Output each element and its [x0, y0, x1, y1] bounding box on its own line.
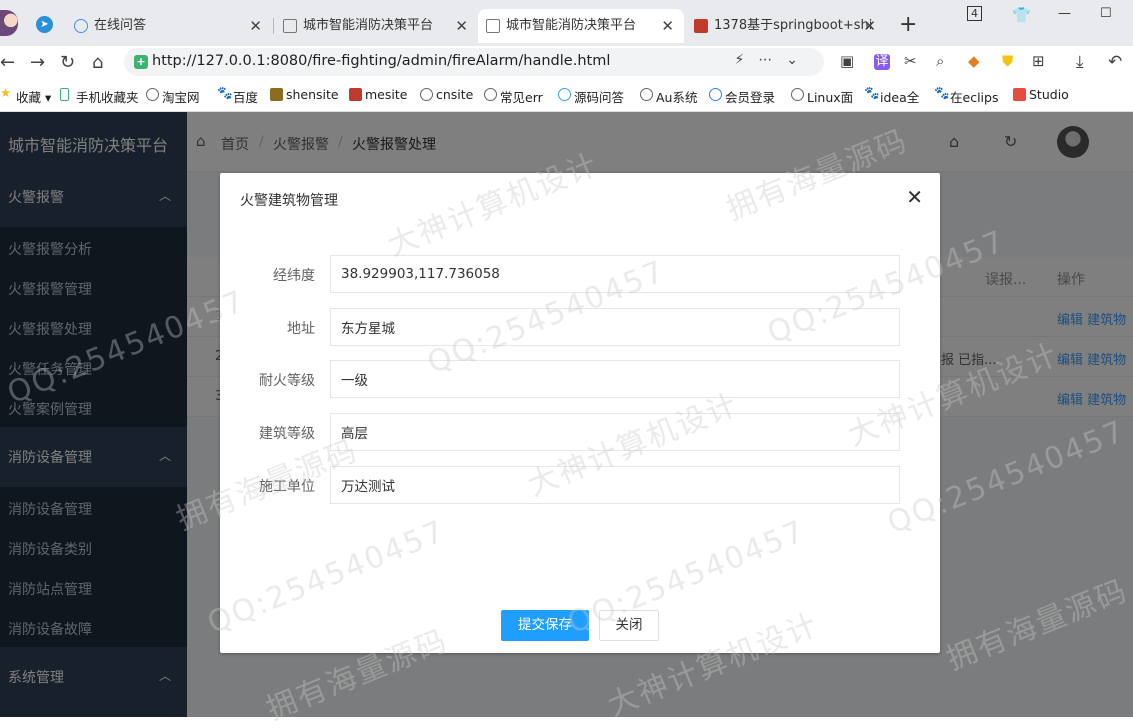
site-icon — [270, 88, 283, 101]
dialog-title: 火警建筑物管理 — [240, 193, 338, 209]
bookmark-item[interactable]: 🐾 idea全 — [864, 85, 919, 106]
globe-icon — [791, 88, 804, 101]
coordinates-label: 经纬度 — [273, 268, 315, 284]
coordinates-field[interactable] — [330, 255, 900, 293]
url-tools-icon[interactable]: ⚡⋯⌄ — [734, 52, 812, 68]
bookmark-item[interactable]: 手机收藏夹 — [60, 87, 139, 106]
bookmark-item[interactable]: Au系统 — [640, 87, 697, 106]
tab-label: 城市智能消防决策平台 — [506, 18, 637, 33]
tab-springboot[interactable]: 1378基于springboot+shi ✕ — [686, 9, 886, 43]
form-row-contractor: 施工单位 — [220, 466, 940, 504]
paw-icon: 🐾 — [864, 85, 880, 100]
form-row-fire-rating: 耐火等级 — [220, 360, 940, 398]
form-row-address: 地址 — [220, 308, 940, 346]
forward-icon[interactable]: → — [30, 52, 45, 73]
close-button[interactable]: 关闭 — [599, 610, 659, 641]
building-level-label: 建筑等级 — [259, 426, 315, 442]
paw-icon: 🐾 — [934, 85, 950, 100]
bookmark-item[interactable]: cnsite — [420, 87, 473, 102]
tab-close-icon[interactable]: ✕ — [863, 9, 876, 43]
home-icon[interactable]: ⌂ — [92, 52, 103, 73]
bookmark-item[interactable]: 常见err — [484, 87, 543, 106]
contractor-field[interactable] — [330, 466, 900, 504]
bookmark-item[interactable]: ★ 收藏 ▾ — [0, 85, 51, 106]
bookmark-item[interactable]: 🐾 在eclips — [934, 85, 998, 106]
profile-avatar[interactable] — [0, 10, 18, 36]
tab-label: 城市智能消防决策平台 — [303, 18, 434, 33]
translate-icon[interactable]: 译 — [874, 54, 890, 70]
shirt-icon[interactable]: 👕 — [1012, 6, 1031, 24]
tab-favicon-icon — [74, 19, 88, 33]
tab-favicon-icon — [694, 19, 708, 33]
bookmark-item[interactable]: 会员登录 — [709, 87, 775, 106]
back-icon[interactable]: ← — [0, 52, 15, 73]
tab-count-badge[interactable]: 4 — [967, 6, 982, 21]
tab-platform-1[interactable]: 城市智能消防决策平台 ✕ — [275, 9, 478, 43]
telegram-icon[interactable]: ➤ — [36, 16, 53, 33]
building-dialog: 火警建筑物管理 ✕ 经纬度 地址 耐火等级 建筑等级 施工单位 提交保存 关闭 — [220, 173, 940, 653]
browser-tab-bar: ➤ 在线问答 ✕ 城市智能消防决策平台 ✕ 城市智能消防决策平台 ✕ 1378基… — [0, 0, 1133, 46]
tab-close-icon[interactable]: ✕ — [455, 9, 468, 43]
contractor-label: 施工单位 — [259, 479, 315, 495]
tab-label: 1378基于springboot+shi — [714, 18, 873, 33]
bookmark-item[interactable]: mesite — [349, 87, 407, 102]
tab-platform-2-active[interactable]: 城市智能消防决策平台 ✕ — [478, 9, 684, 43]
form-row-coordinates: 经纬度 — [220, 255, 940, 293]
address-bar-row: ← → ↻ ⌂ + http://127.0.0.1:8080/fire-fig… — [0, 46, 1133, 78]
maximize-icon[interactable]: ☐ — [1100, 6, 1112, 21]
paw-icon: 🐾 — [217, 85, 233, 100]
building-level-field[interactable] — [330, 413, 900, 451]
tab-close-icon[interactable]: ✕ — [249, 9, 262, 43]
bookmark-item[interactable]: 🐾 百度 — [217, 85, 258, 106]
tab-separator — [273, 18, 274, 34]
close-icon[interactable]: ✕ — [906, 185, 923, 209]
globe-icon — [420, 88, 433, 101]
phone-icon — [60, 88, 69, 101]
address-field[interactable] — [330, 308, 900, 346]
reader-icon[interactable]: ▣ — [840, 52, 854, 70]
tab-label: 在线问答 — [94, 18, 147, 33]
globe-icon — [146, 88, 159, 101]
bookmark-item[interactable]: Studio — [1013, 87, 1069, 102]
reload-icon[interactable]: ↻ — [60, 52, 75, 73]
tab-close-icon[interactable]: ✕ — [661, 9, 674, 43]
bookmark-item[interactable]: Linux面 — [791, 87, 853, 106]
minimize-icon[interactable]: — — [1058, 6, 1071, 21]
scissors-icon[interactable]: ✂ — [904, 52, 917, 70]
download-icon[interactable]: ⤓ — [1076, 52, 1084, 72]
bookmark-item[interactable]: 源码问答 — [558, 87, 624, 106]
url-text: http://127.0.0.1:8080/fire-fighting/admi… — [152, 53, 611, 69]
fire-rating-label: 耐火等级 — [259, 373, 315, 389]
globe-icon — [640, 88, 653, 101]
tab-online-qa[interactable]: 在线问答 ✕ — [66, 9, 272, 43]
secure-icon: + — [134, 55, 148, 69]
fox-extension-icon[interactable]: ◆ — [968, 52, 980, 70]
fire-rating-field[interactable] — [330, 360, 900, 398]
submit-save-button[interactable]: 提交保存 — [501, 610, 589, 641]
site-icon — [349, 88, 362, 101]
new-tab-button[interactable]: + — [899, 12, 917, 37]
bookmark-item[interactable]: shensite — [270, 87, 339, 102]
url-field[interactable]: + http://127.0.0.1:8080/fire-fighting/ad… — [124, 48, 824, 76]
bookmark-item[interactable]: 淘宝网 — [146, 87, 200, 106]
search-icon[interactable]: ⌕ — [936, 52, 944, 70]
undo-icon[interactable]: ↶ — [1108, 52, 1122, 72]
cloud-icon — [709, 88, 722, 101]
studio-icon — [1013, 88, 1026, 101]
tab-favicon-icon — [283, 19, 297, 33]
form-row-building-level: 建筑等级 — [220, 413, 940, 451]
shield-extension-icon[interactable]: ⛊ — [1002, 52, 1013, 70]
apps-grid-icon[interactable]: ⊞ — [1032, 52, 1045, 70]
tab-favicon-icon — [486, 19, 500, 33]
star-icon: ★ — [0, 85, 12, 100]
bookmarks-bar: ★ 收藏 ▾ 手机收藏夹 淘宝网 🐾 百度 shensite mesite cnsi… — [0, 78, 1133, 112]
globe-icon — [484, 88, 497, 101]
address-label: 地址 — [287, 321, 315, 337]
swirl-icon — [558, 88, 571, 101]
